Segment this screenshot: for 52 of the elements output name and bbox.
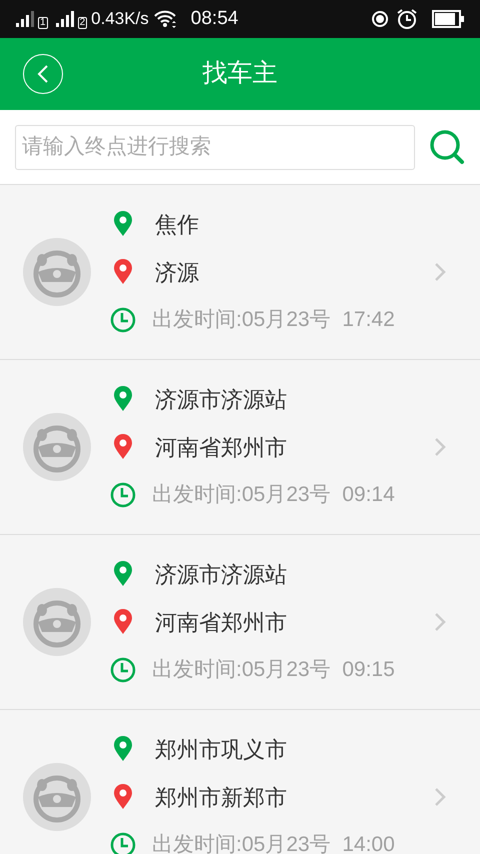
departure-time: 出发时间:05月23号 14:00 xyxy=(152,832,395,854)
end-location: 郑州市新郑市 xyxy=(155,784,287,812)
steering-wheel-icon xyxy=(23,238,91,306)
start-pin-icon xyxy=(113,736,133,762)
steering-wheel-icon xyxy=(23,413,91,481)
signal-icon xyxy=(16,11,36,27)
signal-icon xyxy=(56,11,76,27)
sim-label: 2 xyxy=(78,17,88,29)
departure-time: 出发时间:05月23号 09:15 xyxy=(152,657,395,684)
chevron-right-icon xyxy=(434,787,446,807)
clock-icon xyxy=(110,657,136,683)
start-pin-icon xyxy=(113,386,133,412)
start-pin-icon xyxy=(113,561,133,587)
end-pin-icon xyxy=(113,434,133,460)
end-pin-icon xyxy=(113,784,133,810)
sim-label: 1 xyxy=(38,17,48,29)
network-speed: 0.43K/s xyxy=(91,8,149,30)
page-title: 找车主 xyxy=(202,58,278,90)
trip-item[interactable]: 郑州市巩义市 郑州市新郑市 出发时间:05月23号 14:00 xyxy=(0,710,480,854)
start-location: 郑州市巩义市 xyxy=(155,736,287,764)
start-location: 济源市济源站 xyxy=(155,386,287,414)
end-location: 济源 xyxy=(155,258,199,286)
clock-icon xyxy=(110,832,136,854)
back-icon xyxy=(37,64,49,84)
location-icon xyxy=(370,9,390,29)
search-field[interactable]: 请输入终点进行搜索 xyxy=(15,124,415,170)
chevron-right-icon xyxy=(434,612,446,632)
back-button[interactable] xyxy=(23,54,63,94)
clock-icon xyxy=(110,482,136,508)
clock-time: 08:54 xyxy=(190,6,238,31)
end-pin-icon xyxy=(113,609,133,635)
trip-item[interactable]: 济源市济源站 河南省郑州市 出发时间:05月23号 09:14 xyxy=(0,360,480,535)
departure-time: 出发时间:05月23号 17:42 xyxy=(152,307,395,334)
steering-wheel-icon xyxy=(23,763,91,831)
search-icon xyxy=(429,129,465,165)
steering-wheel-icon xyxy=(23,588,91,656)
departure-time: 出发时间:05月23号 09:14 xyxy=(152,482,395,508)
end-location: 河南省郑州市 xyxy=(155,608,287,636)
trip-item[interactable]: 济源市济源站 河南省郑州市 出发时间:05月23号 09:15 xyxy=(0,535,480,710)
clock-icon xyxy=(110,307,136,333)
start-pin-icon xyxy=(113,211,133,237)
end-location: 河南省郑州市 xyxy=(155,434,287,462)
battery-icon xyxy=(432,10,464,28)
wifi-icon xyxy=(152,9,177,29)
search-button[interactable] xyxy=(429,129,465,165)
trip-item[interactable]: 焦作 济源 出发时间:05月23号 17:42 xyxy=(0,185,480,360)
chevron-right-icon xyxy=(434,437,446,457)
start-location: 焦作 xyxy=(155,210,199,238)
start-location: 济源市济源站 xyxy=(155,560,287,588)
chevron-right-icon xyxy=(434,262,446,282)
end-pin-icon xyxy=(113,259,133,285)
alarm-icon xyxy=(396,8,418,30)
